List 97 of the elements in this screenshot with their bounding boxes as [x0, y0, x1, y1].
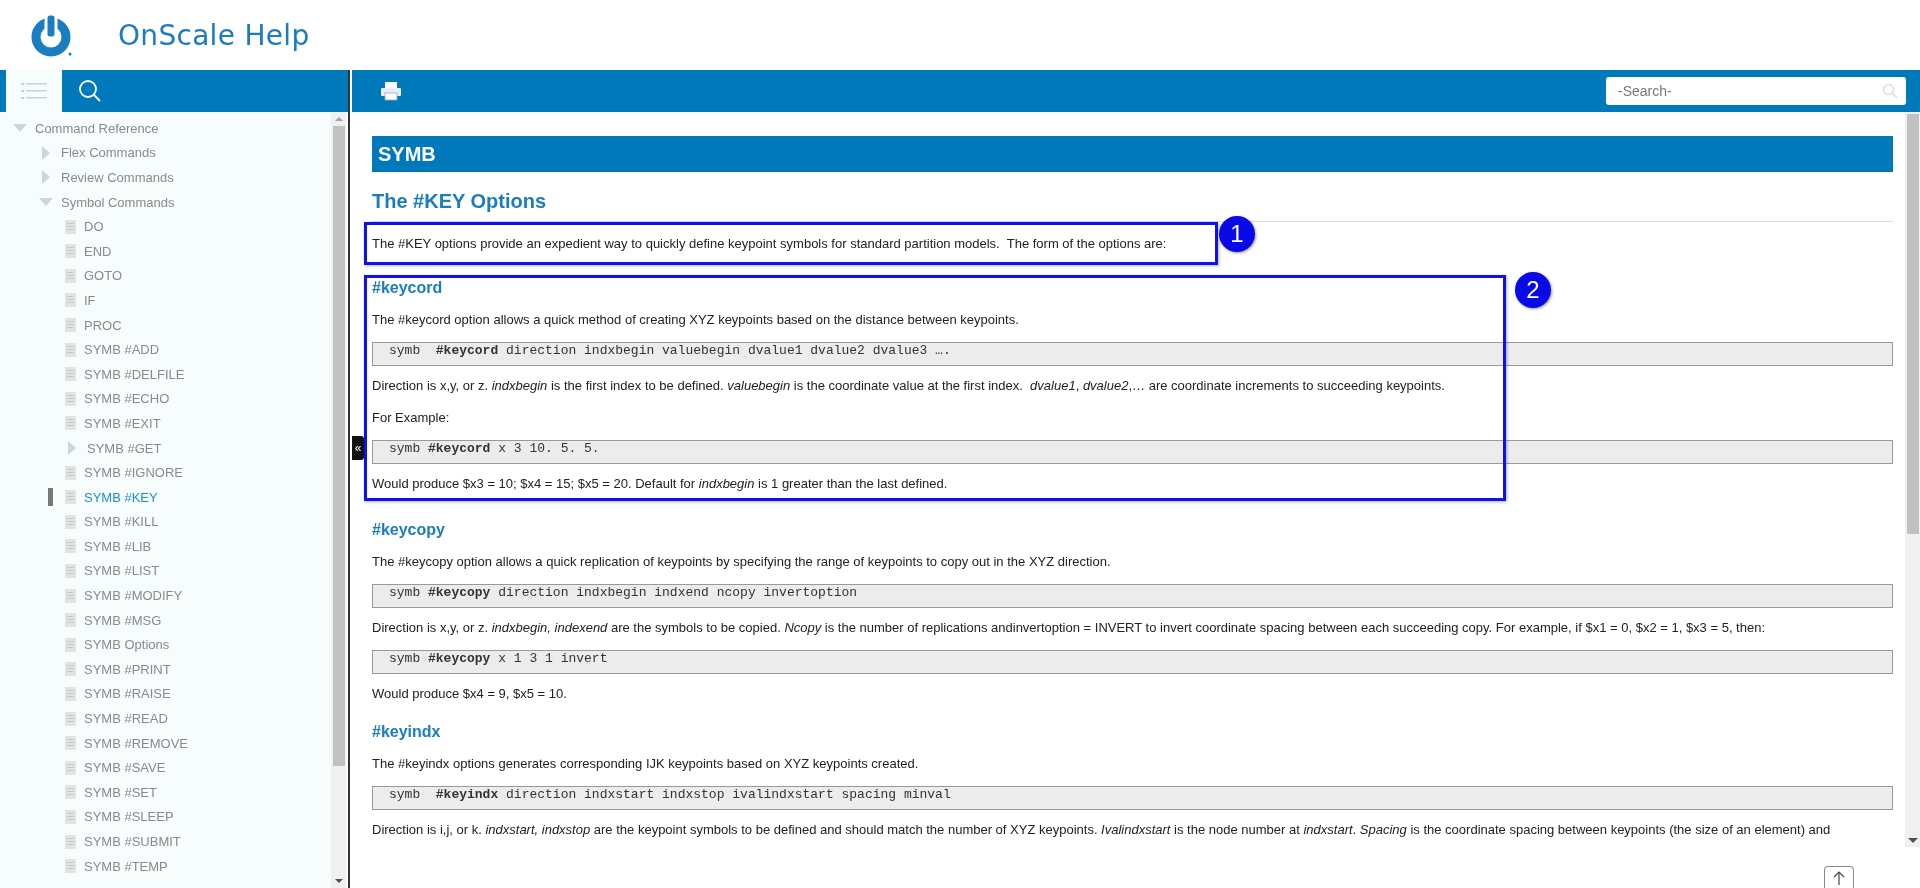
page-icon	[65, 219, 76, 234]
paragraph: For Example:	[372, 409, 451, 427]
tree-item[interactable]: SYMB #PRINT	[84, 661, 171, 677]
tree-item[interactable]: SYMB #DELFILE	[84, 366, 185, 382]
tree-item[interactable]: SYMB #EXIT	[84, 415, 161, 431]
tree-item[interactable]: PROC	[84, 317, 122, 333]
tree-item[interactable]: SYMB #ADD	[84, 342, 160, 358]
print-button[interactable]	[380, 81, 402, 101]
page-icon	[65, 490, 76, 505]
subheading: #keyindx	[372, 723, 441, 741]
tree-item[interactable]: SYMB #GET	[87, 440, 162, 456]
page-icon	[65, 514, 76, 529]
expanded-arrow-icon[interactable]	[39, 198, 53, 207]
code-block: symb #keycord direction indxbegin valuebegin dvalue1 dvalue2 dvalue3 ….	[372, 342, 1893, 366]
page-icon	[65, 588, 76, 603]
tree-item[interactable]: SYMB #SLEEP	[84, 809, 174, 825]
page-icon	[65, 711, 76, 726]
page-icon	[65, 662, 76, 677]
scrollbar[interactable]	[331, 112, 346, 888]
paragraph: Would produce $x4 = 9, $x5 = 10.	[372, 685, 568, 703]
site-title: OnScale Help	[118, 18, 310, 52]
tree-item[interactable]: SYMB Options	[84, 637, 170, 653]
code-block: symb #keycopy x 1 3 1 invert	[372, 650, 1893, 674]
printer-icon	[380, 81, 402, 101]
subheading: #keycord	[372, 279, 443, 297]
tree-item[interactable]: DO	[84, 219, 104, 235]
tree-item[interactable]: SYMB #MSG	[84, 612, 162, 628]
paragraph: Would produce $x3 = 10; $x4 = 15; $x5 = 20. Default for indxbegin is 1 greater than the last defined.	[372, 475, 949, 493]
section-heading: The #KEY Options	[372, 190, 1893, 222]
tree-item[interactable]: Symbol Commands	[61, 194, 175, 210]
page-icon	[65, 244, 76, 259]
page-icon	[65, 342, 76, 357]
page-icon	[65, 613, 76, 628]
paragraph: Direction is i,j, or k. indxstart, indxstop are the keypoint symbols to be defined and should match the number of XYZ keypoints. Ivalindxstart is the node number at indxstart. Spacing is the coordinate spacing between keypoints (the size of an element) and	[372, 821, 1832, 839]
tree-item[interactable]: IF	[84, 292, 96, 308]
code-block: symb #keyindx direction indxstart indxstop ivalindxstart spacing minval	[372, 786, 1893, 810]
subheading: #keycopy	[372, 521, 445, 539]
page-icon	[65, 539, 76, 554]
tree-item[interactable]: SYMB #LIB	[84, 538, 152, 554]
search-icon[interactable]	[1882, 83, 1898, 99]
page-icon	[65, 268, 76, 283]
page-icon	[65, 809, 76, 824]
selection-marker	[48, 487, 53, 506]
search-icon	[78, 79, 102, 103]
page-icon	[65, 859, 76, 874]
annotation-badge: 2	[1515, 272, 1551, 308]
tree-item[interactable]: SYMB #READ	[84, 711, 168, 727]
tree-item[interactable]: SYMB #LIST	[84, 563, 160, 579]
paragraph: The #KEY options provide an expedient way to quickly define keypoint symbols for standard partition models. The form of the options are:	[372, 235, 1168, 253]
tree-item[interactable]: SYMB #KEY	[84, 489, 158, 505]
page-icon	[65, 367, 76, 382]
tree-item[interactable]: SYMB #REMOVE	[84, 735, 189, 751]
collapsed-arrow-icon[interactable]	[42, 145, 50, 160]
page-icon	[65, 318, 76, 333]
tree-item[interactable]: Flex Commands	[61, 145, 156, 161]
code-block: symb #keycord x 3 10. 5. 5.	[372, 440, 1893, 464]
back-to-top-button[interactable]	[1824, 866, 1854, 888]
scrollbar[interactable]	[1905, 112, 1920, 847]
paragraph: The #keyindx options generates corresponding IJK keypoints based on XYZ keypoints created.	[372, 755, 920, 773]
page-icon	[65, 686, 76, 701]
expanded-arrow-icon[interactable]	[13, 124, 27, 133]
tree-item[interactable]: SYMB #SAVE	[84, 760, 166, 776]
paragraph: Direction is x,y, or z. indxbegin, indexend are the symbols to be copied. Ncopy is the number of replications andinvertoption = INVERT to invert coordinate spacing between each succeeding copy. For example, if $x1 = 0, $x2 = 1, $x3 = 5, then:	[372, 619, 1767, 637]
arrow-up-icon	[1833, 870, 1845, 885]
page-icon	[65, 293, 76, 308]
page-icon	[65, 465, 76, 480]
code-block: symb #keycopy direction indxbegin indxend ncopy invertoption	[372, 584, 1893, 608]
page-title-bar: SYMB	[372, 136, 1893, 172]
tree-item[interactable]: SYMB #TEMP	[84, 858, 168, 874]
paragraph: The #keycord option allows a quick method of creating XYZ keypoints based on the distance between keypoints.	[372, 311, 1020, 329]
search-field[interactable]: -Search-	[1606, 77, 1906, 105]
page-icon	[65, 637, 76, 652]
page-icon	[65, 564, 76, 578]
page-icon	[65, 760, 76, 775]
tree-item[interactable]: SYMB #IGNORE	[84, 465, 183, 481]
tree-item[interactable]: Command Reference	[35, 120, 159, 136]
collapsed-arrow-icon[interactable]	[68, 441, 76, 455]
tree-item[interactable]: SYMB #MODIFY	[84, 588, 183, 604]
tree-item[interactable]: SYMB #ECHO	[84, 391, 170, 407]
paragraph: The #keycopy option allows a quick replication of keypoints by specifying the range of keypoints to copy out in the XYZ direction.	[372, 553, 1112, 571]
tree-item[interactable]: SYMB #SET	[84, 784, 157, 800]
tree-item[interactable]: SYMB #KILL	[84, 514, 159, 530]
collapsed-arrow-icon[interactable]	[42, 170, 50, 185]
page-icon	[65, 785, 76, 800]
tree-item[interactable]: SYMB #RAISE	[84, 686, 171, 702]
paragraph: Direction is x,y, or z. indxbegin is the first index to be defined. valuebegin is the coordinate value at the first index. dvalue1, dvalue2,… are coordinate increments to succeeding keypoints.	[372, 377, 1446, 395]
page-icon	[65, 416, 76, 431]
list-icon	[21, 82, 47, 100]
page-icon	[65, 736, 76, 751]
page-icon	[65, 834, 76, 849]
tree-item[interactable]: GOTO	[84, 268, 123, 284]
tree-item[interactable]: END	[84, 243, 112, 259]
page-icon	[65, 391, 76, 406]
tree-item[interactable]: SYMB #SUBMIT	[84, 834, 181, 849]
tree-item[interactable]: Review Commands	[61, 170, 174, 185]
collapse-sidebar-handle[interactable]: «	[352, 436, 364, 460]
annotation-badge: 1	[1219, 216, 1255, 252]
